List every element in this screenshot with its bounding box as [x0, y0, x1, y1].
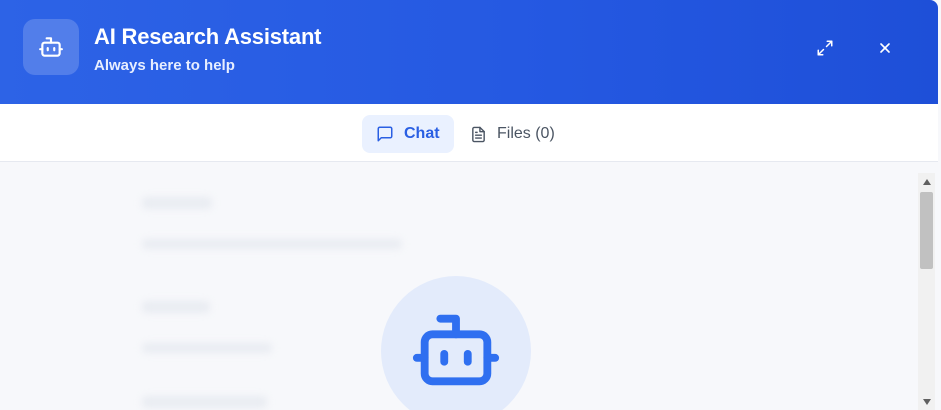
expand-icon [817, 40, 833, 56]
tab-chat-label: Chat [404, 125, 440, 142]
scrollbar-thumb[interactable] [920, 192, 933, 269]
tab-files-label: Files (0) [497, 125, 555, 142]
close-button[interactable] [870, 33, 900, 63]
scroll-down-arrow-icon[interactable] [918, 393, 935, 410]
assistant-panel: AI Research Assistant Always here to hel… [0, 0, 941, 410]
vertical-scrollbar[interactable] [918, 173, 935, 410]
tab-files[interactable]: Files (0) [456, 115, 569, 153]
assistant-title: AI Research Assistant [94, 24, 322, 49]
tab-chat[interactable]: Chat [362, 115, 454, 153]
chat-bubble-icon [376, 125, 394, 143]
robot-icon [23, 19, 79, 75]
expand-button[interactable] [810, 33, 840, 63]
assistant-header: AI Research Assistant Always here to hel… [0, 0, 938, 104]
tab-bar: Chat Files (0) [0, 104, 938, 162]
robot-icon [412, 314, 500, 386]
assistant-subtitle: Always here to help [94, 57, 235, 74]
scroll-up-arrow-icon[interactable] [918, 173, 935, 190]
document-icon [470, 126, 487, 143]
chat-content [0, 163, 917, 410]
close-icon [880, 43, 890, 53]
